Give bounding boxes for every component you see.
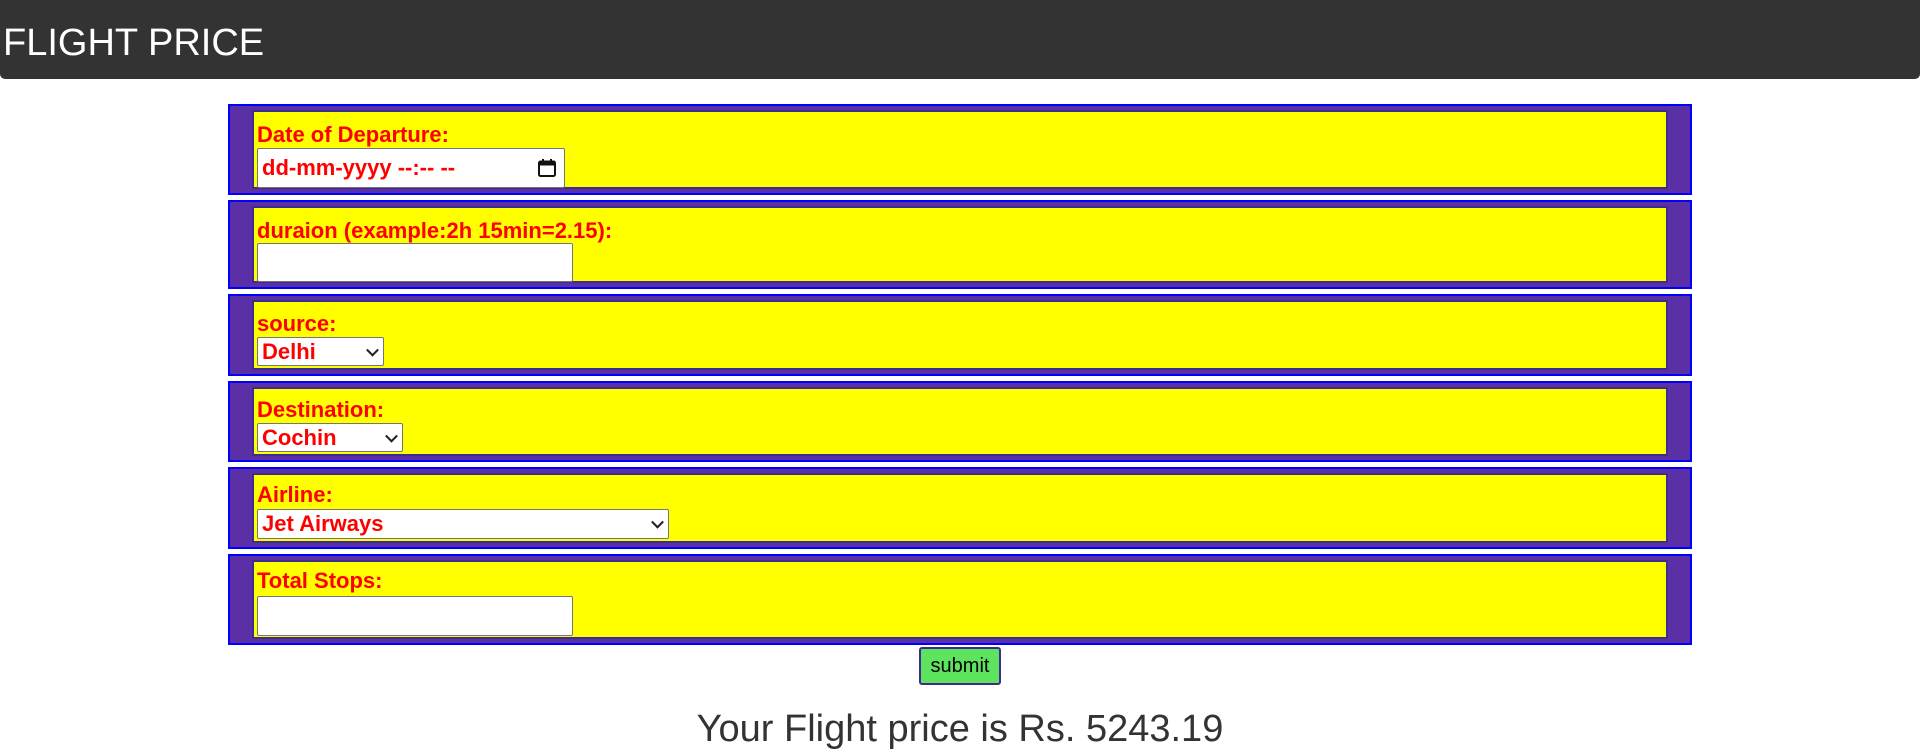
chevron-down-icon xyxy=(366,343,379,357)
departure-panel: Date of Departure: dd-mm-yyyy --:-- -- xyxy=(252,110,1668,189)
destination-panel: Destination: Cochin xyxy=(252,387,1668,456)
source-label: source: xyxy=(257,311,337,336)
departure-label: Date of Departure: xyxy=(257,122,449,147)
chevron-down-icon xyxy=(385,429,398,443)
source-row: source: Delhi xyxy=(228,294,1692,376)
source-panel: source: Delhi xyxy=(252,300,1668,370)
total-stops-label: Total Stops: xyxy=(257,568,383,593)
departure-datetime-input[interactable]: dd-mm-yyyy --:-- -- xyxy=(257,148,565,188)
airline-selected-value: Jet Airways xyxy=(262,511,384,536)
duration-panel: duraion (example:2h 15min=2.15): xyxy=(252,206,1668,283)
destination-row: Destination: Cochin xyxy=(228,381,1692,462)
submit-button[interactable]: submit xyxy=(919,647,1001,685)
duration-row: duraion (example:2h 15min=2.15): xyxy=(228,200,1692,289)
top-navbar: FLIGHT PRICE xyxy=(0,0,1920,79)
departure-input-value: dd-mm-yyyy --:-- -- xyxy=(262,155,456,180)
duration-input[interactable] xyxy=(257,243,573,282)
source-selected-value: Delhi xyxy=(262,338,316,364)
total-stops-input[interactable] xyxy=(257,596,573,636)
total-stops-row: Total Stops: xyxy=(228,554,1692,645)
duration-label: duraion (example:2h 15min=2.15): xyxy=(257,218,613,243)
flight-form: Date of Departure: dd-mm-yyyy --:-- -- d… xyxy=(228,104,1692,650)
page-title: FLIGHT PRICE xyxy=(3,22,265,64)
destination-selected-value: Cochin xyxy=(262,424,337,450)
chevron-down-icon xyxy=(651,515,664,529)
destination-label: Destination: xyxy=(257,397,385,422)
total-stops-panel: Total Stops: xyxy=(252,560,1668,639)
destination-select[interactable]: Cochin xyxy=(257,423,403,452)
source-select[interactable]: Delhi xyxy=(257,337,384,366)
airline-select[interactable]: Jet Airways xyxy=(257,509,669,539)
airline-panel: Airline: Jet Airways xyxy=(252,473,1668,543)
calendar-icon[interactable] xyxy=(537,158,557,178)
departure-row: Date of Departure: dd-mm-yyyy --:-- -- xyxy=(228,104,1692,195)
airline-label: Airline: xyxy=(257,482,333,507)
flight-price-result: Your Flight price is Rs. 5243.19 xyxy=(696,708,1224,750)
airline-row: Airline: Jet Airways xyxy=(228,467,1692,549)
